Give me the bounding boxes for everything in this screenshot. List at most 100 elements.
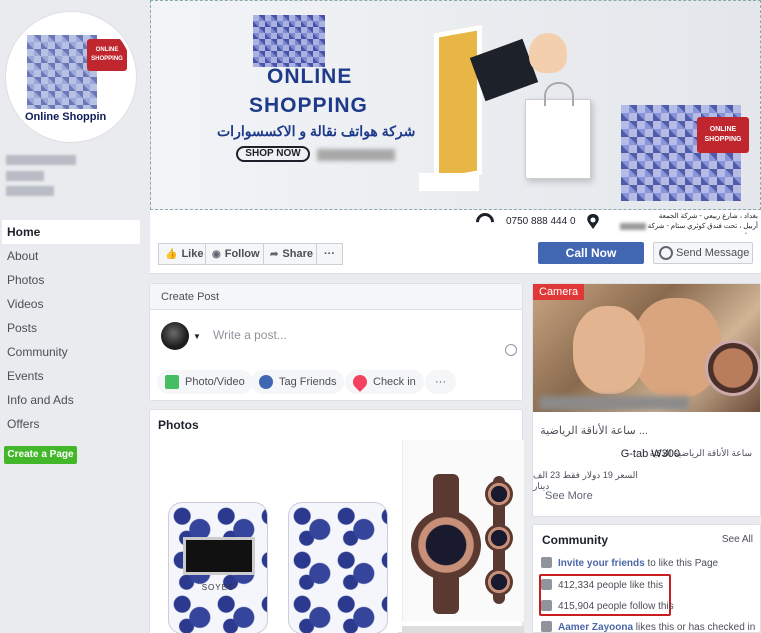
nav-item-about[interactable]: About [2, 244, 140, 268]
more-options-button[interactable]: ··· [316, 243, 343, 265]
man-face [633, 298, 721, 398]
see-all-link[interactable]: See All [722, 534, 753, 545]
invite-friends-row: Invite your friends to like this Page [541, 557, 718, 569]
phone-case-back-image [288, 502, 388, 633]
checkin-rest-text: likes this or has checked in [633, 622, 756, 633]
camera-tag: Camera [533, 284, 585, 300]
ad-image[interactable]: Camera [533, 284, 760, 412]
watch-face-large [411, 510, 481, 580]
photo-video-label: Photo/Video [185, 376, 245, 388]
likes-count: 412,334 people like this [558, 580, 664, 591]
photo-thumbnail[interactable] [402, 626, 524, 633]
send-message-button[interactable]: Send Message [653, 242, 753, 264]
left-sidebar: ONLINE SHOPPING Online Shoppin Home Abou… [0, 0, 148, 633]
address-line-1: بغداد ، شارع ربيعي - شركة الجمعة [658, 213, 758, 220]
shopping-bag-illustration [525, 82, 591, 179]
page-nav: Home About Photos Videos Posts Community… [2, 220, 140, 436]
watch-face-small [485, 524, 513, 552]
cover-arabic-subtitle: شركة هواتف نقالة و الاكسسوارات [217, 123, 416, 139]
people-icon [541, 621, 552, 632]
thumbs-up-icon: 👍 [165, 249, 178, 260]
nav-item-offers[interactable]: Offers [2, 412, 140, 436]
see-more-link[interactable]: See More [545, 490, 593, 502]
tag-friends-icon [259, 375, 273, 389]
call-now-button[interactable]: Call Now [538, 242, 644, 264]
tag-friends-label: Tag Friends [279, 376, 337, 388]
monitor-stand [419, 173, 479, 191]
ad-line-1: ساعة الأناقة الرياضية ... [540, 425, 648, 437]
watch-face-small [485, 568, 513, 596]
write-post-input[interactable]: Write a post... [213, 328, 287, 342]
ad-line-2-model: G-tab W300 [620, 448, 680, 460]
messenger-icon [659, 246, 673, 260]
like-label: Like [181, 248, 204, 260]
follows-row: 415,904 people follow this [541, 600, 674, 612]
likes-row: 412,334 people like this [541, 579, 663, 591]
cover-title-line2: SHOPPING [249, 94, 368, 117]
community-card: Community See All Invite your friends to… [532, 524, 761, 633]
community-title: Community [542, 533, 608, 547]
people-icon [541, 557, 552, 568]
cover-blurred-text [317, 149, 395, 161]
follow-button[interactable]: ◉ Follow [205, 243, 267, 265]
blurred-text [619, 222, 646, 230]
like-button[interactable]: 👍 Like [158, 243, 211, 265]
cover-phone: 0750 888 444 0 [506, 216, 576, 227]
share-icon: ➦ [270, 249, 279, 260]
photo-phone-cases[interactable]: SOYES [150, 440, 398, 633]
phone-icon [472, 209, 498, 235]
checkin-name-link[interactable]: Aamer Zayoona [558, 622, 633, 633]
cover-photo[interactable]: ONLINE SHOPPING شركة هواتف نقالة و الاكس… [150, 0, 761, 210]
avatar[interactable] [161, 322, 189, 350]
nav-item-photos[interactable]: Photos [2, 268, 140, 292]
nav-item-videos[interactable]: Videos [2, 292, 140, 316]
share-button[interactable]: ➦ Share [263, 243, 320, 265]
photos-card: Photos SOYES [149, 409, 524, 633]
phone-screen [183, 537, 255, 575]
check-in-label: Check in [373, 376, 416, 388]
cover-contact-strip: 0750 888 444 0 بغداد ، شارع ربيعي - شركة… [150, 209, 761, 240]
page-category-blurred [6, 186, 54, 196]
tag-friends-button[interactable]: Tag Friends [251, 370, 345, 394]
emoji-icon[interactable] [505, 344, 517, 356]
product-ad-card: Camera ساعة الأناقة الرياضية ... ساعة ال… [532, 283, 761, 517]
invite-friends-link[interactable]: Invite your friends [558, 558, 645, 569]
nav-item-community[interactable]: Community [2, 340, 140, 364]
page-profile-picture[interactable]: ONLINE SHOPPING Online Shoppin [6, 12, 136, 142]
nav-item-info-and-ads[interactable]: Info and Ads [2, 388, 140, 412]
profile-bag-text: ONLINE SHOPPING [87, 39, 127, 71]
child-face [573, 306, 645, 394]
phone-brand: SOYES [201, 583, 235, 592]
photo-video-button[interactable]: Photo/Video [157, 370, 253, 394]
more-post-options-button[interactable]: ··· [425, 370, 456, 394]
page-username-blurred [6, 171, 44, 181]
page-name-blurred [6, 155, 76, 165]
hand-illustration [529, 33, 567, 73]
monitor-illustration [434, 24, 482, 184]
photo-smartwatches[interactable] [402, 440, 524, 622]
nav-item-home[interactable]: Home [2, 220, 140, 244]
photos-title: Photos [158, 418, 199, 432]
ad-line-3: السعر 19 دولار فقط 23 الف دينار [533, 470, 638, 491]
caret-down-icon[interactable]: ▼ [193, 332, 201, 341]
profile-band: Online Shoppin [9, 109, 133, 139]
checkin-row: Aamer Zayoona likes this or has checked … [541, 621, 755, 633]
nav-item-events[interactable]: Events [2, 364, 140, 388]
phone-case-image: SOYES [168, 502, 268, 633]
cover-title-line1: ONLINE [267, 65, 353, 88]
send-message-label: Send Message [676, 247, 750, 259]
create-post-header: Create Post [150, 284, 522, 310]
cover-shop-now: SHOP NOW [236, 146, 310, 162]
page-action-bar: 👍 Like ◉ Follow ➦ Share ··· Call Now Send M… [150, 234, 761, 274]
create-page-button[interactable]: Create a Page [4, 446, 77, 464]
pixelated-logo [253, 15, 325, 67]
blurred-text [539, 396, 689, 410]
check-in-button[interactable]: Check in [345, 370, 424, 394]
watch-face-small [485, 480, 513, 508]
profile-band-text: Online Shoppin [25, 111, 107, 123]
photo-icon [165, 375, 179, 389]
nav-item-posts[interactable]: Posts [2, 316, 140, 340]
create-post-card: Create Post ▼ Write a post... Photo/Vide… [149, 283, 523, 401]
cover-bag-text: ONLINE SHOPPING [697, 117, 749, 153]
thumbs-up-icon [541, 579, 552, 590]
